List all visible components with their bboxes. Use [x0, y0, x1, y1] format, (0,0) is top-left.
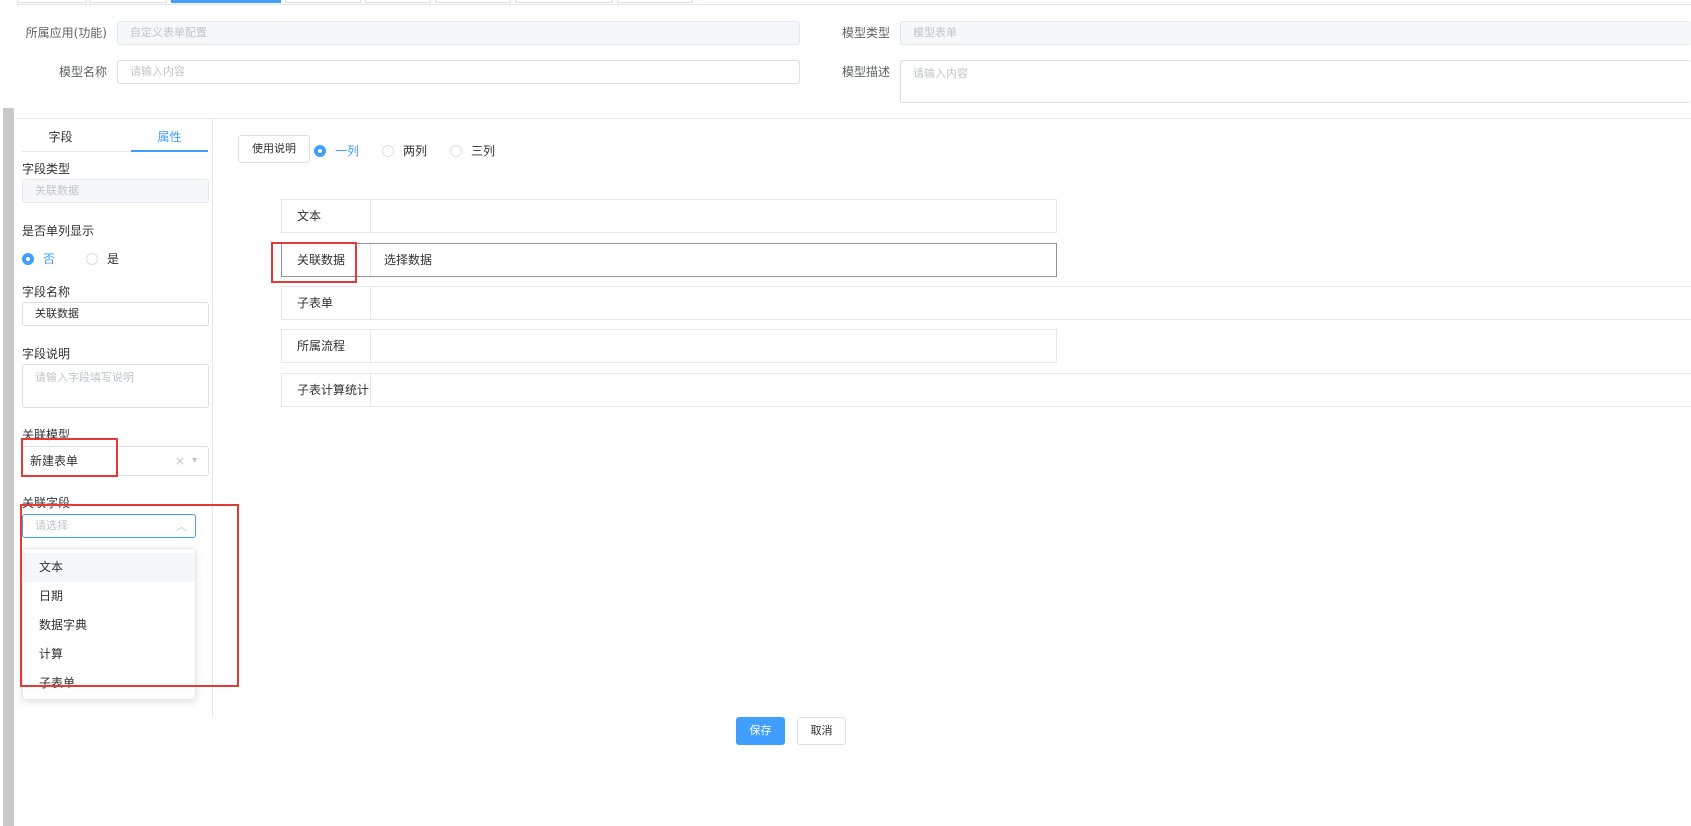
usage-button[interactable]: 使用说明 [238, 135, 310, 163]
top-tab[interactable] [435, 0, 511, 3]
top-tab[interactable] [365, 0, 431, 3]
type-label: 模型类型 [841, 26, 890, 40]
left-rail [0, 0, 16, 826]
app-label: 所属应用(功能) [25, 26, 107, 40]
desc-textarea[interactable]: 请输入内容 [900, 60, 1691, 103]
radio-one-column[interactable]: 一列 [314, 142, 359, 159]
field-row-label: 子表单 [282, 287, 371, 319]
field-row-related-data[interactable]: 关联数据 选择数据 [281, 243, 1057, 277]
radio-yes[interactable]: 是 [86, 250, 119, 267]
field-row-subform-stats[interactable]: 子表计算统计 [281, 373, 1691, 407]
radio-label: 一列 [335, 144, 360, 158]
single-col-label: 是否单列显示 [22, 224, 95, 238]
top-tab[interactable] [617, 0, 693, 3]
field-desc-label: 字段说明 [22, 347, 71, 361]
radio-dot [382, 144, 394, 157]
radio-label: 是 [107, 252, 120, 266]
radio-two-columns[interactable]: 两列 [382, 142, 427, 159]
radio-dot [22, 252, 34, 265]
field-row-label: 所属流程 [282, 330, 371, 362]
type-input[interactable]: 模型表单 [900, 21, 1691, 45]
name-label: 模型名称 [58, 65, 107, 79]
field-row-label: 文本 [282, 200, 371, 232]
field-row-process[interactable]: 所属流程 [281, 329, 1057, 363]
name-input[interactable]: 请输入内容 [117, 60, 800, 84]
tab-active-indicator [131, 150, 208, 152]
cancel-button[interactable]: 取消 [797, 717, 846, 745]
field-row-text[interactable]: 文本 [281, 199, 1057, 233]
top-tab[interactable] [89, 0, 167, 3]
radio-no[interactable]: 否 [22, 250, 55, 267]
top-tab[interactable] [17, 0, 87, 3]
top-tab[interactable] [515, 0, 613, 3]
field-row-label: 子表计算统计 [282, 374, 371, 406]
field-type-label: 字段类型 [22, 162, 71, 176]
radio-dot [86, 252, 98, 265]
highlight-box [20, 504, 239, 687]
clear-icon[interactable]: × [175, 454, 185, 468]
divider [16, 4, 1691, 5]
field-desc-textarea[interactable]: 请输入字段填写说明 [22, 364, 209, 408]
chevron-down-icon: ▾ [192, 455, 198, 466]
radio-dot [314, 144, 326, 157]
field-name-label: 字段名称 [22, 285, 71, 299]
field-row-value: 选择数据 [384, 253, 433, 267]
top-tab-active[interactable] [171, 0, 281, 3]
radio-label: 否 [43, 252, 56, 266]
divider [16, 118, 1691, 119]
scrollbar[interactable] [3, 108, 14, 826]
field-row-subform[interactable]: 子表单 [281, 286, 1691, 320]
field-type-input[interactable]: 关联数据 [22, 179, 209, 203]
radio-label: 三列 [471, 144, 496, 158]
app-input[interactable]: 自定义表单配置 [117, 21, 800, 45]
tab-properties[interactable]: 属性 [131, 128, 208, 145]
radio-label: 两列 [403, 144, 428, 158]
highlight-box [21, 438, 118, 477]
tab-fields[interactable]: 字段 [22, 128, 99, 145]
radio-three-columns[interactable]: 三列 [450, 142, 495, 159]
top-tab[interactable] [285, 0, 361, 3]
save-button[interactable]: 保存 [736, 717, 785, 745]
highlight-box [271, 242, 357, 283]
field-name-input[interactable]: 关联数据 [22, 302, 209, 326]
radio-dot [450, 144, 462, 157]
desc-label: 模型描述 [841, 65, 890, 79]
